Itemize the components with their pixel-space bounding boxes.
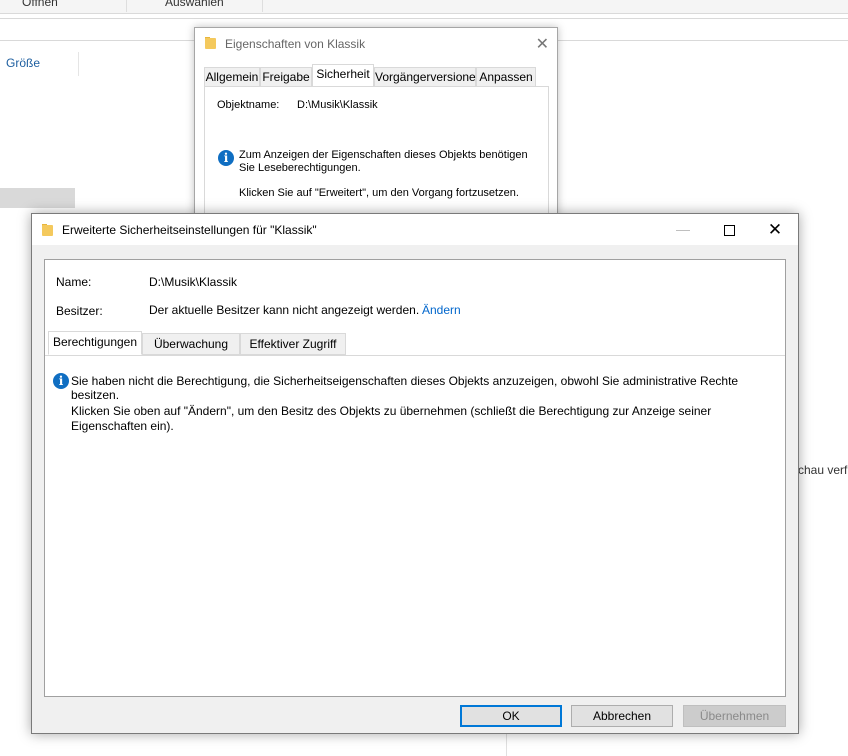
ribbon-separator <box>126 0 127 12</box>
tab-divider <box>45 355 785 356</box>
explorer-divider <box>506 734 507 756</box>
properties-security-panel: Objektname: D:\Musik\Klassik i Zum Anzei… <box>204 86 549 218</box>
selected-file-row[interactable] <box>0 188 75 208</box>
name-label: Name: <box>56 275 92 289</box>
column-separator[interactable] <box>78 52 79 76</box>
tab-vorgaengerversionen[interactable]: Vorgängerversionen <box>374 67 482 87</box>
owner-value: Der aktuelle Besitzer kann nicht angezei… <box>149 303 420 317</box>
tab-berechtigungen[interactable]: Berechtigungen <box>48 331 142 355</box>
preview-pane-text: chau verf <box>798 463 848 477</box>
name-value: D:\Musik\Klassik <box>149 275 238 289</box>
tab-sicherheit[interactable]: Sicherheit <box>312 64 374 87</box>
change-owner-link[interactable]: Ändern <box>422 303 461 317</box>
cancel-button[interactable]: Abbrechen <box>571 705 673 727</box>
properties-title: Eigenschaften von Klassik <box>225 37 366 51</box>
explorer-divider <box>0 18 848 19</box>
explorer-ribbon: Öffnen Auswählen <box>0 0 848 14</box>
close-icon[interactable]: ✕ <box>536 34 549 54</box>
minimize-icon: — <box>676 221 690 237</box>
maximize-icon[interactable] <box>706 214 752 245</box>
tab-ueberwachung[interactable]: Überwachung <box>142 333 240 355</box>
properties-titlebar[interactable]: Eigenschaften von Klassik ✕ <box>195 28 557 60</box>
properties-dialog: Eigenschaften von Klassik ✕ Allgemein Fr… <box>194 27 558 219</box>
advanced-titlebar[interactable]: Erweiterte Sicherheitseinstellungen für … <box>32 214 798 245</box>
folder-icon <box>205 37 216 49</box>
ribbon-separator <box>262 0 263 12</box>
advanced-security-dialog: Erweiterte Sicherheitseinstellungen für … <box>31 213 799 734</box>
info-icon: i <box>218 150 234 166</box>
info-icon: i <box>53 373 69 389</box>
tab-effektiver-zugriff[interactable]: Effektiver Zugriff <box>240 333 346 355</box>
ribbon-select-group[interactable]: Auswählen <box>165 0 224 9</box>
properties-continue-message: Klicken Sie auf "Erweitert", um den Vorg… <box>239 187 519 199</box>
advanced-content-panel: Name: D:\Musik\Klassik Besitzer: Der akt… <box>44 259 786 697</box>
ok-button[interactable]: OK <box>460 705 562 727</box>
ribbon-open-group[interactable]: Öffnen <box>22 0 58 9</box>
apply-button[interactable]: Übernehmen <box>683 705 786 727</box>
properties-info-message: Zum Anzeigen der Eigenschaften dieses Ob… <box>239 149 528 174</box>
column-header-size[interactable]: Größe <box>6 56 40 70</box>
tab-freigabe[interactable]: Freigabe <box>260 67 312 87</box>
owner-label: Besitzer: <box>56 304 103 318</box>
folder-icon <box>42 224 53 236</box>
take-ownership-hint: Klicken Sie oben auf "Ändern", um den Be… <box>71 404 712 433</box>
close-icon[interactable]: ✕ <box>752 214 798 245</box>
advanced-title: Erweiterte Sicherheitseinstellungen für … <box>62 223 317 237</box>
permission-info-message: Sie haben nicht die Berechtigung, die Si… <box>71 374 739 402</box>
object-name-label: Objektname: <box>217 99 280 111</box>
tab-anpassen[interactable]: Anpassen <box>476 67 536 87</box>
object-name-value: D:\Musik\Klassik <box>297 99 378 111</box>
tab-allgemein[interactable]: Allgemein <box>204 67 260 87</box>
